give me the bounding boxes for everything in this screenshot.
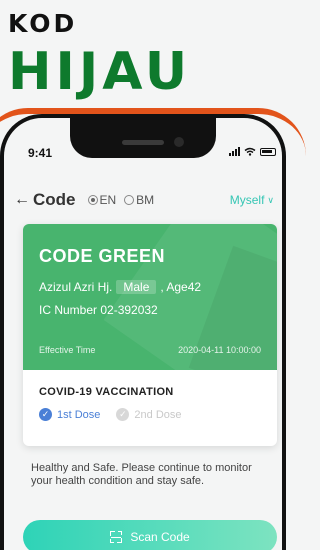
ic-number: IC Number 02-392032 bbox=[39, 303, 158, 317]
phone-frame: 9:41 ← Code EN BM Myself ∨ CODE GREEN Az… bbox=[0, 108, 306, 550]
promo-line-kod: KOD bbox=[8, 9, 78, 38]
health-status-card: CODE GREEN Azizul Azri Hj. Male , Age42 … bbox=[23, 224, 277, 446]
dose-item-second: ✓ 2nd Dose bbox=[116, 408, 182, 421]
promo-line-hijau: HIJAU bbox=[8, 42, 192, 102]
dose-list: ✓ 1st Dose ✓ 2nd Dose bbox=[39, 408, 198, 421]
status-time: 9:41 bbox=[28, 146, 53, 160]
radio-en[interactable] bbox=[87, 195, 98, 205]
holder-age: , Age42 bbox=[160, 280, 202, 294]
language-label-en: EN bbox=[99, 193, 117, 207]
dose-label: 1st Dose bbox=[57, 408, 101, 421]
wifi-icon bbox=[244, 147, 256, 156]
dose-item-first: ✓ 1st Dose bbox=[39, 408, 100, 421]
profile-label: Myself bbox=[229, 193, 265, 207]
holder-info: Azizul Azri Hj. Male , Age42 bbox=[39, 280, 201, 294]
signal-icon bbox=[229, 147, 240, 156]
phone-screen: 9:41 ← Code EN BM Myself ∨ CODE GREEN Az… bbox=[4, 118, 282, 550]
language-option-bm[interactable]: BM bbox=[124, 193, 154, 207]
scan-icon bbox=[110, 531, 123, 543]
health-message: Healthy and Safe. Please continue to mon… bbox=[31, 462, 252, 487]
promo-heading: KOD HIJAU bbox=[8, 6, 191, 102]
check-icon: ✓ bbox=[39, 408, 52, 421]
radio-bm[interactable] bbox=[124, 195, 135, 205]
front-camera bbox=[174, 137, 184, 147]
scan-code-label: Scan Code bbox=[130, 530, 190, 544]
battery-icon bbox=[260, 147, 276, 156]
chevron-down-icon: ∨ bbox=[267, 194, 274, 205]
holder-gender: Male bbox=[116, 280, 157, 294]
page-header: ← Code EN BM Myself ∨ bbox=[14, 188, 280, 212]
arrow-left-icon[interactable]: ← bbox=[14, 192, 30, 208]
code-green-panel: CODE GREEN Azizul Azri Hj. Male , Age42 … bbox=[23, 224, 277, 370]
speaker-grille bbox=[122, 140, 164, 145]
language-option-en[interactable]: EN bbox=[87, 193, 117, 207]
holder-name: Azizul Azri Hj. bbox=[39, 280, 113, 294]
scan-code-button[interactable]: Scan Code bbox=[23, 520, 277, 550]
status-icons bbox=[229, 147, 276, 156]
profile-selector[interactable]: Myself ∨ bbox=[230, 193, 274, 207]
page-title: Code bbox=[33, 190, 76, 209]
dose-label: 2nd Dose bbox=[134, 408, 182, 421]
language-label-bm: BM bbox=[136, 193, 155, 207]
check-icon: ✓ bbox=[116, 408, 130, 421]
phone-notch bbox=[70, 118, 216, 158]
code-status-title: CODE GREEN bbox=[39, 246, 166, 266]
vaccination-title: COVID-19 VACCINATION bbox=[39, 386, 174, 398]
effective-time-label: Effective Time bbox=[39, 345, 96, 355]
effective-time-value: 2020-04-11 10:00:00 bbox=[178, 345, 261, 355]
